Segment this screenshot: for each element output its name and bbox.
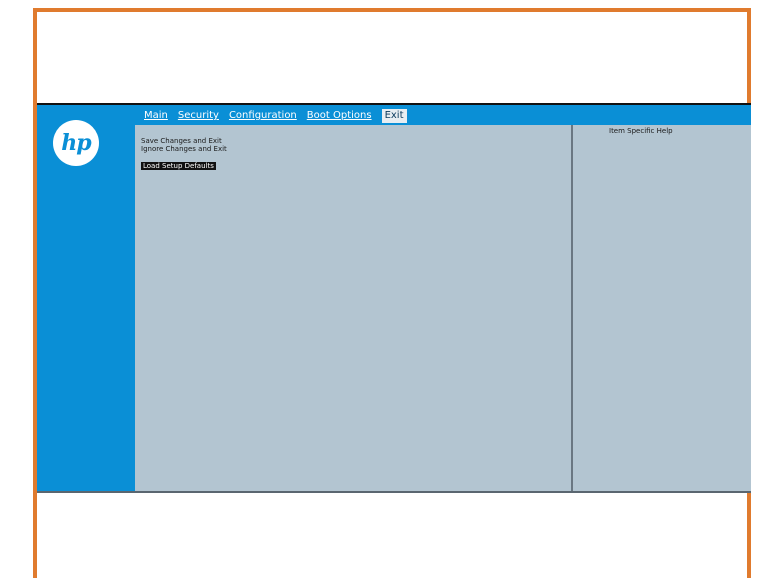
menu-tab-security[interactable]: Security bbox=[178, 109, 223, 123]
hp-logo: hp bbox=[53, 120, 99, 166]
option-save-changes-and-exit[interactable]: Save Changes and Exit bbox=[141, 137, 227, 145]
menu-tab-main[interactable]: Main bbox=[144, 109, 172, 123]
bios-setup-screen: hp Main Security Configuration Boot Opti… bbox=[37, 103, 751, 493]
hp-logo-text: hp bbox=[61, 130, 91, 156]
help-panel-divider bbox=[571, 125, 573, 491]
menu-tab-exit[interactable]: Exit bbox=[381, 109, 407, 123]
main-menu: Main Security Configuration Boot Options… bbox=[144, 109, 407, 123]
menu-tab-configuration[interactable]: Configuration bbox=[229, 109, 301, 123]
brand-sidebar: hp bbox=[37, 105, 135, 491]
option-load-setup-defaults[interactable]: Load Setup Defaults bbox=[141, 162, 216, 170]
exit-options-list: Save Changes and Exit Ignore Changes and… bbox=[141, 137, 227, 172]
help-panel-title: Item Specific Help bbox=[609, 127, 673, 135]
option-ignore-changes-and-exit[interactable]: Ignore Changes and Exit bbox=[141, 145, 227, 153]
menu-tab-boot-options[interactable]: Boot Options bbox=[307, 109, 376, 123]
bottom-border bbox=[37, 491, 751, 493]
